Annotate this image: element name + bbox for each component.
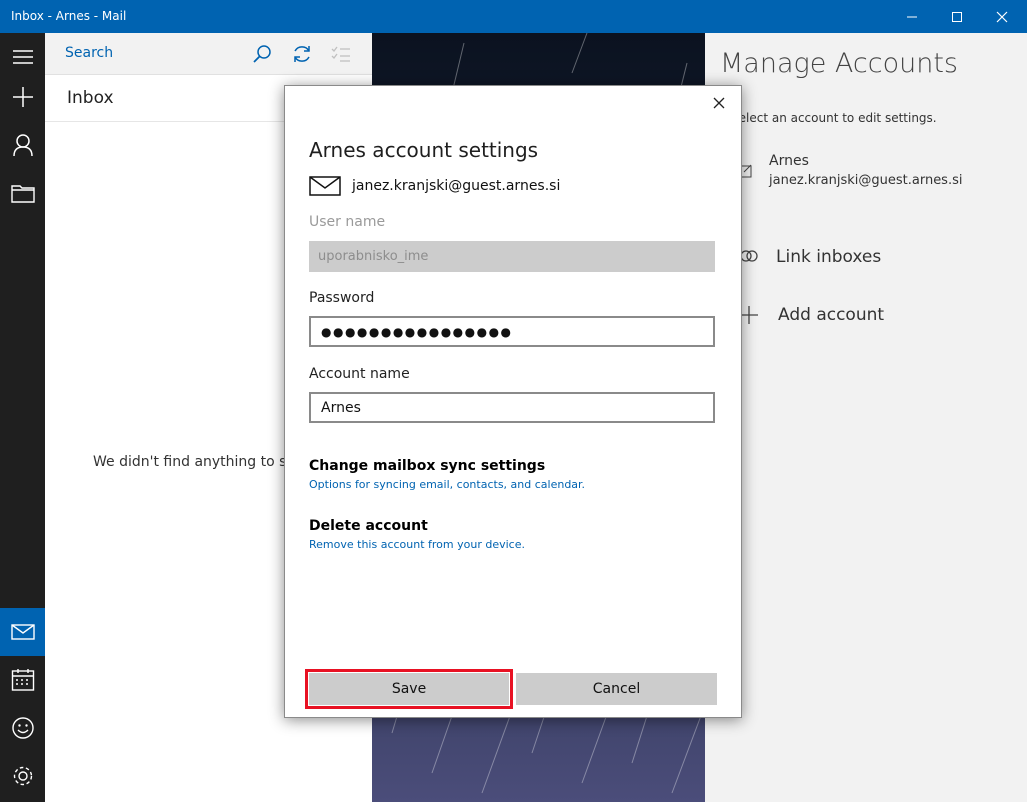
- link-inboxes-button[interactable]: Link inboxes: [776, 247, 881, 267]
- maximize-icon: [952, 11, 962, 22]
- calendar-icon: [11, 669, 34, 691]
- account-name-label: Account name: [309, 366, 410, 382]
- password-label: Password: [309, 290, 375, 306]
- dialog-title: Arnes account settings: [309, 138, 539, 162]
- plus-icon: [12, 87, 33, 107]
- account-settings-dialog: Arnes account settings janez.kranjski@gu…: [284, 85, 742, 718]
- maximize-button[interactable]: [934, 0, 980, 33]
- feedback-button[interactable]: [0, 704, 45, 752]
- search-input[interactable]: Search: [65, 45, 113, 61]
- link-icon: [740, 250, 758, 262]
- new-mail-button[interactable]: [0, 73, 45, 121]
- delete-account-description[interactable]: Remove this account from your device.: [309, 538, 525, 551]
- account-email: janez.kranjski@guest.arnes.si: [352, 178, 561, 194]
- folder-icon: [10, 185, 35, 203]
- mail-button[interactable]: [0, 608, 45, 656]
- sync-icon[interactable]: [291, 43, 313, 65]
- hamburger-icon: [12, 50, 33, 64]
- window-title: Inbox - Arnes - Mail: [11, 9, 127, 23]
- password-field[interactable]: ●●●●●●●●●●●●●●●●: [309, 316, 715, 347]
- account-item-email[interactable]: janez.kranjski@guest.arnes.si: [769, 173, 962, 188]
- folders-button[interactable]: [0, 169, 45, 217]
- person-icon: [12, 134, 33, 157]
- search-bar: Search: [45, 33, 372, 75]
- calendar-button[interactable]: [0, 656, 45, 704]
- gear-icon: [13, 766, 32, 786]
- close-icon: [713, 97, 725, 109]
- account-email-row: janez.kranjski@guest.arnes.si: [309, 176, 560, 196]
- search-icon[interactable]: [252, 44, 272, 64]
- navigation-rail: [0, 33, 45, 802]
- account-item-name[interactable]: Arnes: [769, 153, 809, 169]
- minimize-icon: [907, 16, 917, 17]
- mail-icon: [309, 176, 341, 196]
- manage-accounts-pane: Manage Accounts Select an account to edi…: [705, 33, 1027, 802]
- add-account-button[interactable]: Add account: [778, 305, 884, 325]
- accounts-button[interactable]: [0, 121, 45, 169]
- select-mode-icon[interactable]: [331, 45, 351, 63]
- smiley-icon: [11, 717, 34, 739]
- minimize-button[interactable]: [889, 0, 935, 33]
- title-bar: Inbox - Arnes - Mail: [0, 0, 1027, 33]
- account-name-field[interactable]: Arnes: [309, 392, 715, 423]
- save-button[interactable]: Save: [305, 669, 513, 709]
- plus-icon: [740, 306, 758, 324]
- delete-account-link[interactable]: Delete account: [309, 518, 428, 534]
- close-icon: [996, 11, 1008, 22]
- settings-button[interactable]: [0, 752, 45, 800]
- close-window-button[interactable]: [979, 0, 1025, 33]
- sync-settings-description[interactable]: Options for syncing email, contacts, and…: [309, 478, 585, 491]
- manage-accounts-title: Manage Accounts: [720, 48, 958, 79]
- folder-title: Inbox: [67, 88, 114, 108]
- username-field: uporabnisko_ime: [309, 241, 715, 272]
- username-label: User name: [309, 214, 386, 230]
- manage-accounts-subtitle: Select an account to edit settings.: [731, 111, 937, 125]
- mail-icon: [10, 624, 35, 640]
- dialog-close-button[interactable]: [707, 91, 731, 115]
- header-divider: [45, 121, 285, 122]
- cancel-button[interactable]: Cancel: [516, 673, 717, 705]
- sync-settings-link[interactable]: Change mailbox sync settings: [309, 458, 545, 474]
